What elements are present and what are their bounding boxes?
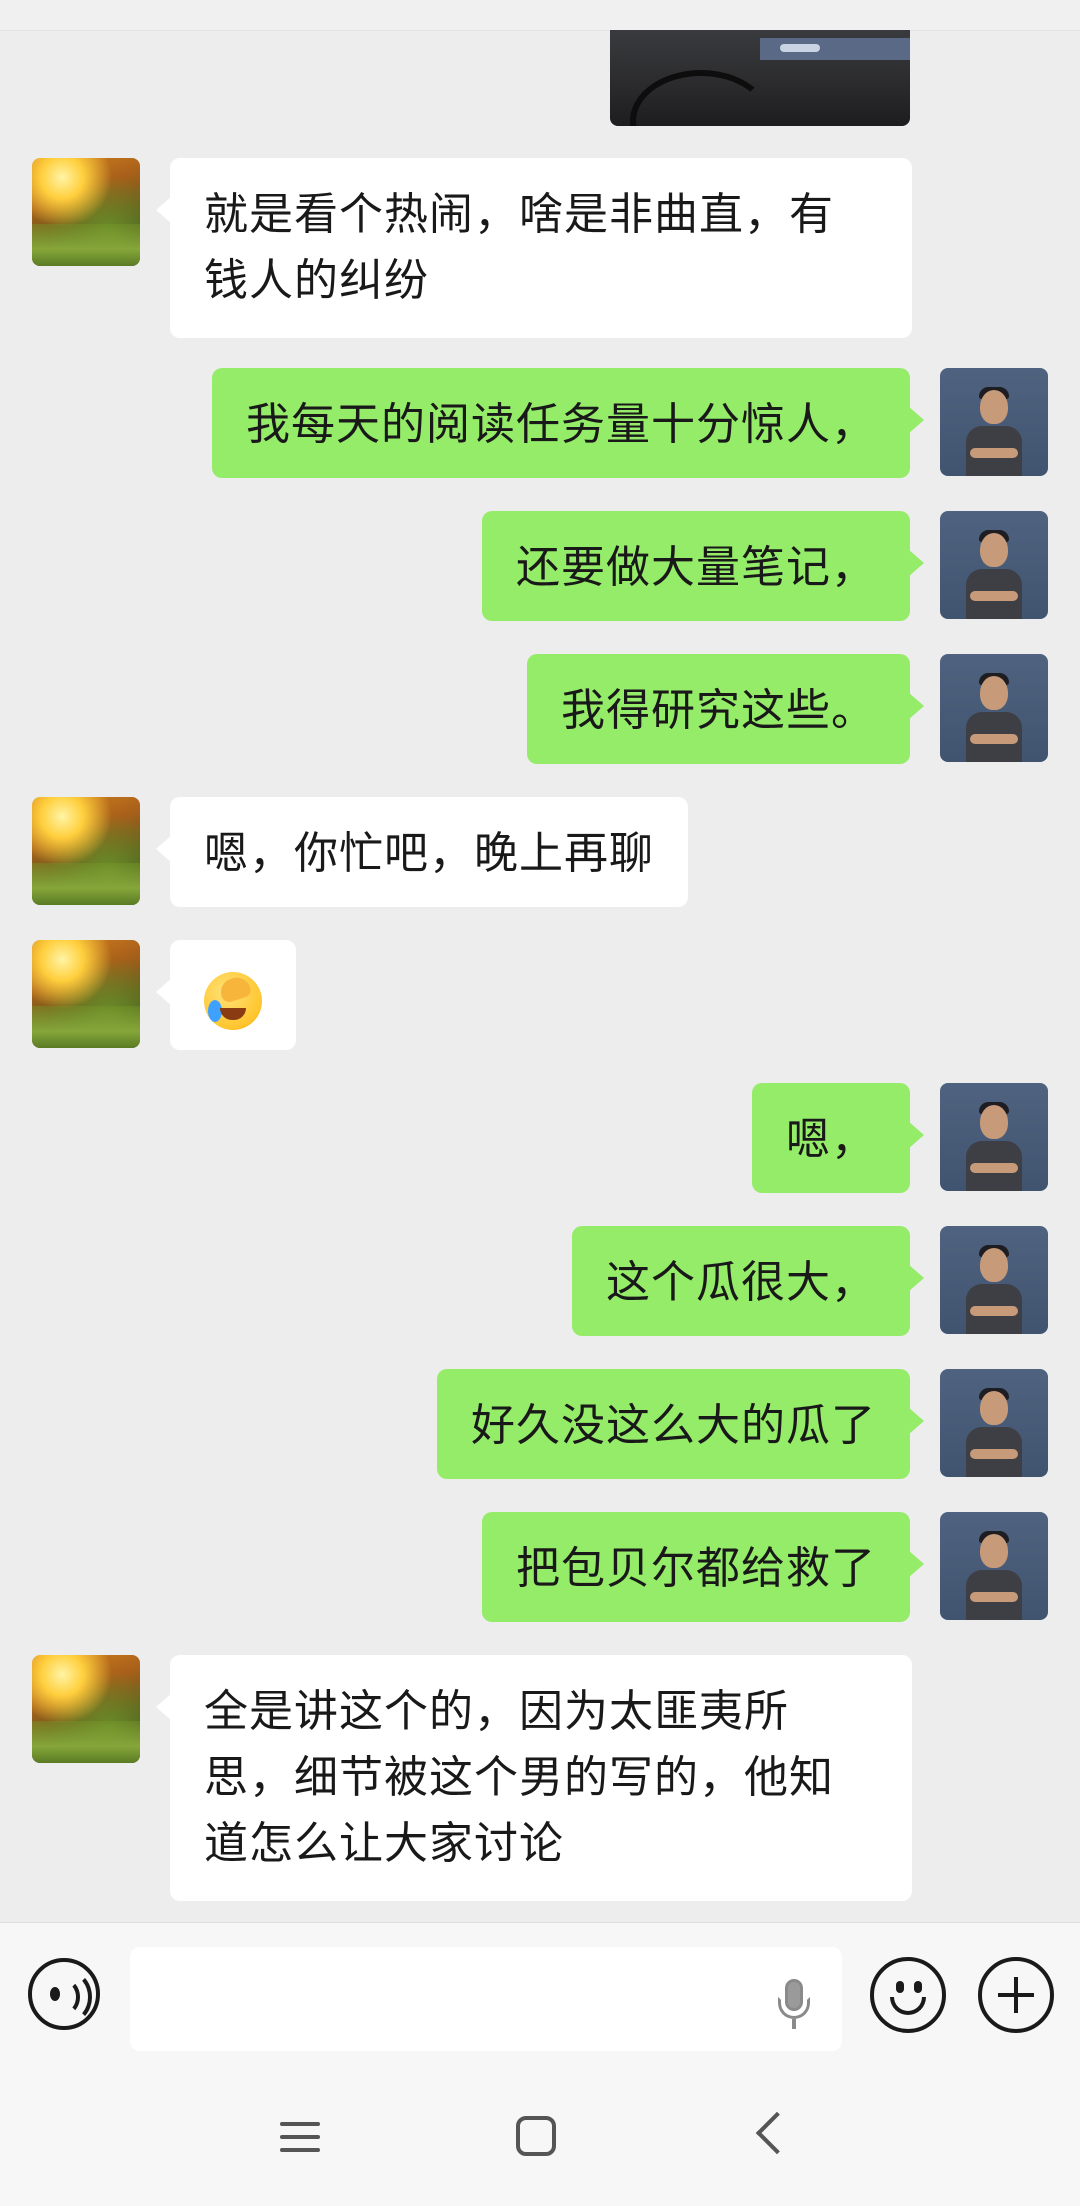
image-cable-detail — [630, 70, 772, 126]
incoming-emoji-message[interactable] — [156, 940, 296, 1050]
my-avatar[interactable] — [940, 1226, 1048, 1334]
my-avatar[interactable] — [940, 1512, 1048, 1620]
message-text: 我每天的阅读任务量十分惊人， — [246, 399, 876, 450]
message-text: 嗯，你忙吧，晚上再聊 — [204, 828, 654, 879]
my-avatar[interactable] — [940, 511, 1048, 619]
outgoing-message[interactable]: 好久没这么大的瓜了 — [437, 1369, 924, 1479]
menu-icon[interactable] — [280, 2122, 320, 2152]
outgoing-message[interactable]: 还要做大量笔记， — [482, 511, 924, 621]
outgoing-message[interactable]: 我每天的阅读任务量十分惊人， — [212, 368, 924, 478]
voice-icon[interactable] — [28, 1958, 100, 2030]
back-icon[interactable] — [755, 2111, 799, 2155]
emoji-icon[interactable] — [870, 1957, 946, 2033]
image-screen-detail — [760, 38, 910, 60]
chat-area[interactable]: 就是看个热闹，啥是非曲直，有钱人的纠纷 我每天的阅读任务量十分惊人， 还要做大量… — [0, 0, 1080, 1922]
message-text: 好久没这么大的瓜了 — [471, 1400, 876, 1451]
message-text: 还要做大量笔记， — [516, 542, 876, 593]
my-avatar[interactable] — [940, 1369, 1048, 1477]
plus-icon[interactable] — [978, 1957, 1054, 2033]
my-avatar[interactable] — [940, 368, 1048, 476]
contact-avatar[interactable] — [32, 940, 140, 1048]
facepalm-laughing-emoji-icon — [204, 972, 262, 1030]
message-text: 我得研究这些。 — [561, 685, 876, 736]
message-text: 嗯， — [786, 1114, 876, 1165]
home-icon[interactable] — [516, 2116, 556, 2156]
my-avatar[interactable] — [940, 654, 1048, 762]
system-nav-bar — [0, 2064, 1080, 2206]
message-text: 全是讲这个的，因为太匪夷所思，细节被这个男的写的，他知道怎么让大家讨论 — [204, 1686, 834, 1869]
my-avatar[interactable] — [940, 1083, 1048, 1191]
incoming-message[interactable]: 全是讲这个的，因为太匪夷所思，细节被这个男的写的，他知道怎么让大家讨论 — [156, 1655, 912, 1901]
outgoing-message[interactable]: 把包贝尔都给救了 — [482, 1512, 924, 1622]
outgoing-message[interactable]: 我得研究这些。 — [527, 654, 924, 764]
microphone-icon[interactable] — [772, 1979, 818, 2029]
incoming-message[interactable]: 嗯，你忙吧，晚上再聊 — [156, 797, 688, 907]
message-text: 这个瓜很大， — [606, 1257, 876, 1308]
chat-top-edge — [0, 0, 1080, 31]
outgoing-message[interactable]: 嗯， — [752, 1083, 924, 1193]
contact-avatar[interactable] — [32, 797, 140, 905]
message-text: 就是看个热闹，啥是非曲直，有钱人的纠纷 — [204, 189, 834, 306]
contact-avatar[interactable] — [32, 158, 140, 266]
outgoing-message[interactable]: 这个瓜很大， — [572, 1226, 924, 1336]
image-message[interactable] — [610, 30, 910, 126]
incoming-message[interactable]: 就是看个热闹，啥是非曲直，有钱人的纠纷 — [156, 158, 912, 338]
contact-avatar[interactable] — [32, 1655, 140, 1763]
message-text: 把包贝尔都给救了 — [516, 1543, 876, 1594]
message-input[interactable] — [130, 1947, 842, 2051]
input-bar — [0, 1922, 1080, 2065]
